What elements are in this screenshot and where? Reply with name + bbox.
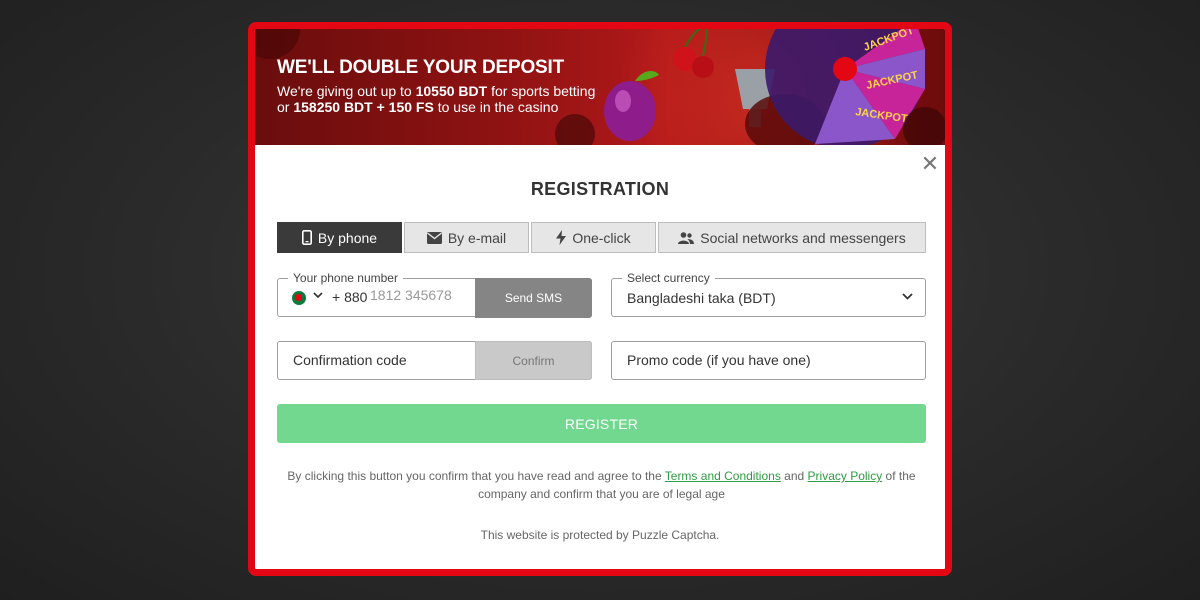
privacy-policy-link[interactable]: Privacy Policy (808, 469, 883, 483)
promo-code-field (611, 341, 926, 380)
confirmation-code-input[interactable] (293, 352, 463, 368)
tab-label: One-click (572, 229, 631, 246)
tab-label: By e-mail (447, 229, 507, 246)
phone-field: Your phone number + 880 Send SMS (277, 271, 592, 318)
banner-subtitle: We're giving out up to 10550 BDT for spo… (277, 83, 617, 115)
legal-text: By clicking this button you confirm that… (287, 469, 665, 483)
tab-by-phone[interactable]: By phone (277, 222, 402, 253)
envelope-icon (426, 231, 442, 244)
captcha-notice: This website is protected by Puzzle Capt… (480, 528, 720, 542)
banner-line2-suffix: to use in the casino (433, 99, 559, 115)
page-title: REGISTRATION (530, 179, 670, 199)
currency-value: Bangladeshi taka (BDT) (627, 290, 776, 306)
confirm-button[interactable]: Confirm (475, 341, 592, 380)
promo-banner: JACKPOT JACKPOT JACKPOT WE'LL DOUBLE YOU… (255, 29, 945, 145)
phone-field-label: Your phone number (288, 271, 403, 285)
tab-social-networks[interactable]: Social networks and messengers (658, 222, 926, 253)
chevron-down-icon[interactable] (313, 292, 323, 299)
banner-line1-text: We're giving out up to (277, 83, 416, 99)
register-button[interactable]: REGISTER (277, 404, 926, 443)
banner-sports-amount: 10550 BDT (415, 83, 488, 99)
bangladesh-flag-icon[interactable] (292, 291, 306, 305)
country-code: + 880 (332, 289, 368, 305)
terms-link[interactable]: Terms and Conditions (665, 469, 781, 483)
registration-modal: JACKPOT JACKPOT JACKPOT WE'LL DOUBLE YOU… (248, 22, 952, 576)
banner-casino-amount: 158250 BDT + 150 FS (293, 99, 434, 115)
tab-label: By phone (317, 229, 378, 246)
currency-field-label: Select currency (622, 271, 715, 285)
legal-text-and: and (780, 469, 808, 483)
confirmation-code-field: Confirm (277, 341, 592, 380)
tab-one-click[interactable]: One-click (531, 222, 656, 253)
registration-method-tabs: By phone By e-mail One-click Social netw… (277, 222, 926, 253)
currency-select[interactable]: Select currency Bangladeshi taka (BDT) (611, 271, 926, 317)
tab-by-email[interactable]: By e-mail (404, 222, 529, 253)
legal-notice: By clicking this button you confirm that… (277, 467, 926, 503)
users-icon (678, 231, 695, 244)
phone-icon (301, 230, 312, 245)
phone-input[interactable] (370, 287, 470, 303)
close-icon[interactable]: ✕ (919, 153, 941, 175)
send-sms-button[interactable]: Send SMS (475, 278, 592, 318)
banner-line1-suffix: for sports betting (487, 83, 596, 99)
lightning-icon (556, 230, 567, 245)
banner-title: WE'LL DOUBLE YOUR DEPOSIT (277, 57, 565, 78)
leaf-icon (635, 71, 659, 81)
promo-code-input[interactable] (627, 352, 907, 368)
banner-line2-text: or (277, 99, 294, 115)
tab-label: Social networks and messengers (700, 229, 906, 246)
chevron-down-icon (902, 293, 913, 300)
